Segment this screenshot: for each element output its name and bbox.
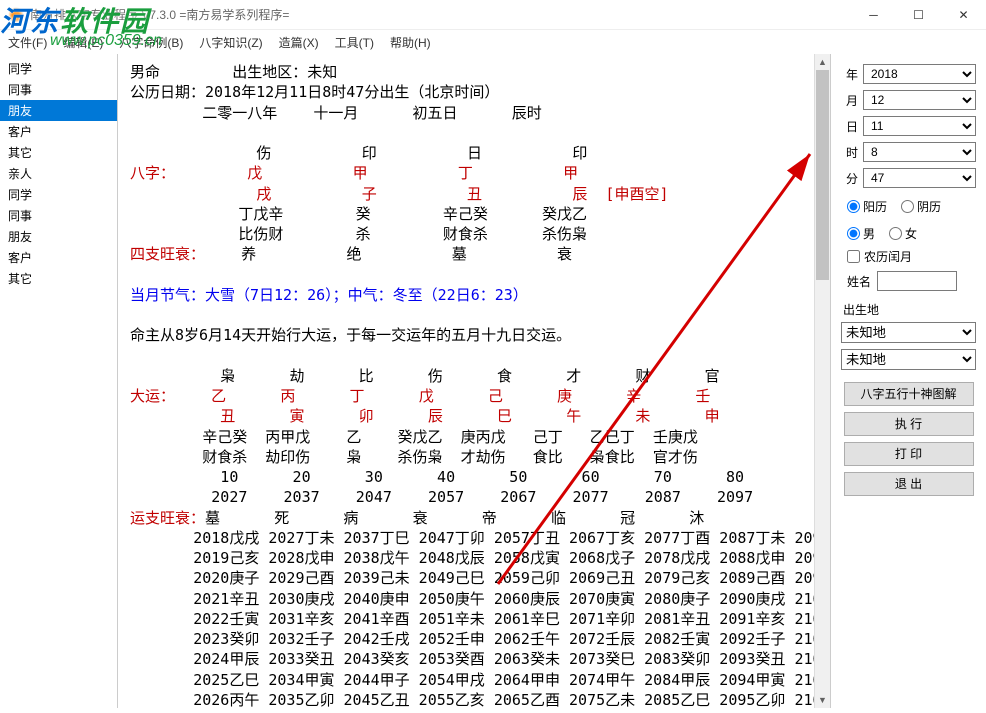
app-icon [8, 7, 24, 23]
sidebar-item[interactable]: 同学 [0, 58, 117, 79]
print-button[interactable]: 打 印 [844, 442, 974, 466]
year-select[interactable]: 2018 [863, 64, 976, 84]
bazi-text: 男命 出生地区：未知 公历日期：2018年12月11日8时47分出生（北京时间）… [118, 54, 830, 708]
sidebar-item[interactable]: 同事 [0, 205, 117, 226]
day-select[interactable]: 11 [863, 116, 976, 136]
name-input[interactable] [877, 271, 957, 291]
leap-checkbox[interactable]: 农历闰月 [847, 248, 976, 265]
execute-button[interactable]: 执 行 [844, 412, 974, 436]
name-label: 姓名 [847, 273, 871, 290]
menu-cases[interactable]: 八字命例(B) [119, 34, 183, 51]
hour-select[interactable]: 8 [863, 142, 976, 162]
menu-file[interactable]: 文件(F) [8, 34, 47, 51]
location1-select[interactable]: 未知地 [841, 322, 976, 343]
input-panel: 年2018 月12 日11 时8 分47 阳历 阴历 男 女 农历闰月 姓名 出… [831, 54, 986, 708]
day-label: 日 [841, 118, 863, 135]
minute-select[interactable]: 47 [863, 168, 976, 188]
month-label: 月 [841, 92, 863, 109]
vertical-scrollbar[interactable]: ▲ ▼ [814, 54, 830, 708]
titlebar: 南方排八字专业程序 V7.3.0 =南方易学系列程序= ─ ☐ ✕ [0, 0, 986, 30]
calendar-radios: 阳历 阴历 [847, 198, 976, 215]
sidebar-item[interactable]: 同事 [0, 79, 117, 100]
minimize-button[interactable]: ─ [851, 0, 896, 30]
category-sidebar: 同学同事朋友客户其它亲人同学同事朋友客户其它 [0, 54, 118, 708]
menu-tools[interactable]: 工具(T) [335, 34, 374, 51]
exit-button[interactable]: 退 出 [844, 472, 974, 496]
sidebar-item[interactable]: 亲人 [0, 163, 117, 184]
birthplace-label: 出生地 [843, 301, 976, 318]
location2-select[interactable]: 未知地 [841, 349, 976, 370]
menu-knowledge[interactable]: 八字知识(Z) [199, 34, 262, 51]
scroll-up-icon[interactable]: ▲ [815, 54, 830, 70]
menubar: 文件(F) 编辑(E) 八字命例(B) 八字知识(Z) 造篇(X) 工具(T) … [0, 30, 986, 54]
sex-radios: 男 女 [847, 225, 976, 242]
sidebar-item[interactable]: 客户 [0, 247, 117, 268]
year-label: 年 [841, 66, 863, 83]
hour-label: 时 [841, 144, 863, 161]
lunar-radio[interactable]: 阴历 [901, 198, 941, 215]
scroll-thumb[interactable] [816, 70, 829, 280]
scroll-down-icon[interactable]: ▼ [815, 692, 830, 708]
sidebar-item[interactable]: 其它 [0, 142, 117, 163]
window-title: 南方排八字专业程序 V7.3.0 =南方易学系列程序= [30, 6, 851, 23]
maximize-button[interactable]: ☐ [896, 0, 941, 30]
month-select[interactable]: 12 [863, 90, 976, 110]
menu-creation[interactable]: 造篇(X) [279, 34, 319, 51]
solar-radio[interactable]: 阳历 [847, 198, 887, 215]
menu-edit[interactable]: 编辑(E) [63, 34, 103, 51]
content-area: 男命 出生地区：未知 公历日期：2018年12月11日8时47分出生（北京时间）… [118, 54, 831, 708]
sidebar-item[interactable]: 客户 [0, 121, 117, 142]
chart-button[interactable]: 八字五行十神图解 [844, 382, 974, 406]
male-radio[interactable]: 男 [847, 225, 875, 242]
menu-help[interactable]: 帮助(H) [390, 34, 431, 51]
sidebar-item[interactable]: 同学 [0, 184, 117, 205]
minute-label: 分 [841, 170, 863, 187]
close-button[interactable]: ✕ [941, 0, 986, 30]
sidebar-item[interactable]: 其它 [0, 268, 117, 289]
female-radio[interactable]: 女 [889, 225, 917, 242]
sidebar-item[interactable]: 朋友 [0, 226, 117, 247]
sidebar-item[interactable]: 朋友 [0, 100, 117, 121]
